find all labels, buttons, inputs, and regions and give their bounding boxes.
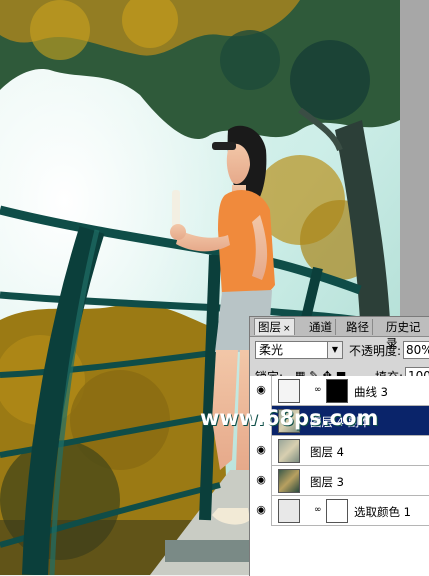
- tab-history[interactable]: 历史记录: [383, 319, 429, 350]
- watermark-text: www.68ps.com www.68ps.com: [200, 406, 379, 431]
- tab-channels[interactable]: 通道: [306, 319, 336, 335]
- canvas-background: [400, 0, 429, 318]
- tab-channels-label: 通道: [309, 320, 332, 334]
- tab-paths[interactable]: 路径: [343, 319, 373, 335]
- visibility-cell[interactable]: ◉: [250, 436, 272, 466]
- panel-tab-bar: 图层 × 通道 路径 历史记录: [250, 317, 429, 350]
- layer-mask-thumbnail: [326, 379, 348, 403]
- visibility-cell[interactable]: ◉: [250, 466, 272, 496]
- eye-icon[interactable]: ◉: [254, 474, 268, 486]
- dropdown-arrow-icon[interactable]: ▼: [327, 342, 342, 358]
- layer-mask-thumbnail: [326, 499, 348, 523]
- tab-layers[interactable]: 图层 ×: [254, 318, 295, 335]
- chain-link-icon: ∞: [314, 385, 322, 395]
- eye-icon[interactable]: ◉: [254, 504, 268, 516]
- layer-row[interactable]: ◉ ∞ 曲线 3: [250, 376, 429, 406]
- visibility-cell[interactable]: ◉: [250, 496, 272, 526]
- layer-row[interactable]: ◉ ∞ 选取颜色 1: [250, 496, 429, 526]
- opacity-label: 不透明度:: [349, 344, 402, 358]
- tab-layers-label: 图层: [258, 320, 281, 334]
- eye-icon[interactable]: ◉: [254, 384, 268, 396]
- layer-name: 图层 4: [310, 445, 344, 459]
- layer-row[interactable]: ◉ 图层 3: [250, 466, 429, 496]
- layer-thumbnail: [278, 439, 300, 463]
- close-icon[interactable]: ×: [283, 324, 291, 334]
- layer-name: 曲线 3: [354, 385, 388, 399]
- layer-thumbnail: [278, 469, 300, 493]
- layer-thumbnail: [278, 379, 300, 403]
- layer-row[interactable]: ◉ 图层 4: [250, 436, 429, 466]
- blend-mode-value: 柔光: [259, 343, 284, 357]
- chain-link-icon: ∞: [314, 505, 322, 515]
- layer-name: 图层 3: [310, 475, 344, 489]
- layers-panel: 图层× 通道 路径 历史记录 柔光 ▼ 不透明度: 80% 锁定: ▦✎✥■ 填…: [249, 316, 429, 576]
- tab-paths-label: 路径: [346, 320, 369, 334]
- blend-opacity-row: 柔光 ▼ 不透明度: 80%: [255, 341, 429, 361]
- eye-icon[interactable]: ◉: [254, 444, 268, 456]
- visibility-cell[interactable]: ◉: [250, 376, 272, 406]
- blend-mode-select[interactable]: 柔光 ▼: [255, 341, 343, 359]
- opacity-input[interactable]: 80%: [403, 341, 429, 359]
- layer-thumbnail: [278, 499, 300, 523]
- watermark-label: www.68ps.com: [200, 406, 379, 430]
- layer-name: 选取颜色 1: [354, 505, 411, 519]
